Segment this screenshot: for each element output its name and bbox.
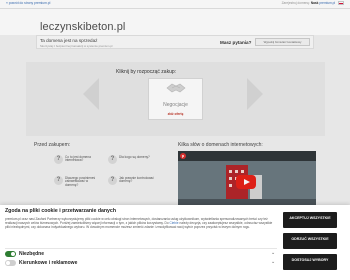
category-label: Niezbędne	[19, 250, 45, 257]
chevron-down-icon[interactable]: ⌄	[271, 259, 275, 265]
customize-button[interactable]: DOSTOSUJ WYBORY	[283, 254, 337, 270]
necessary-toggle[interactable]	[5, 251, 16, 257]
marketing-toggle[interactable]	[5, 260, 16, 266]
chevron-down-icon[interactable]: ⌄	[271, 250, 275, 256]
category-label: Kierunkowe i reklamowe	[19, 259, 78, 266]
cookie-description: premium.pl oraz nasi Zaufani Partnerzy w…	[5, 217, 277, 229]
divider	[5, 248, 277, 249]
reject-all-button[interactable]: ODRZUĆ WSZYSTKIE	[283, 233, 337, 249]
cookie-title: Zgoda na pliki cookie i przetwarzanie da…	[5, 208, 116, 214]
accept-all-button[interactable]: AKCEPTUJ WSZYSTKIE	[283, 212, 337, 228]
cookie-consent-dialog: Zgoda na pliki cookie i przetwarzanie da…	[0, 205, 350, 280]
